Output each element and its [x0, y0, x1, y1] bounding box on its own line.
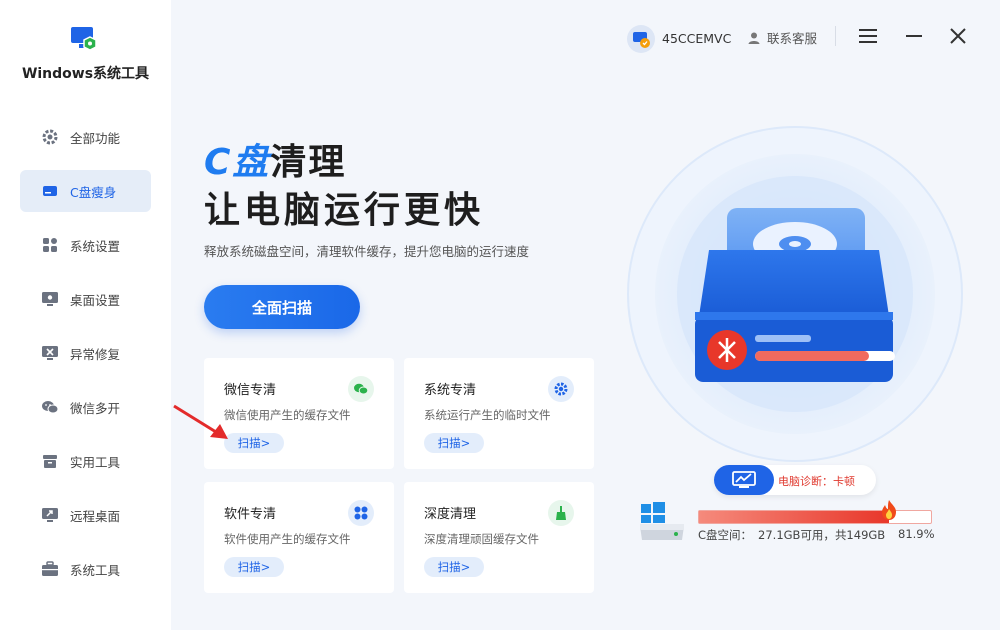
user-icon	[748, 32, 760, 44]
card-description: 软件使用产生的缓存文件	[224, 532, 351, 546]
sidebar-item-label: 系统工具	[70, 562, 121, 578]
sidebar-item-error-repair[interactable]: 异常修复	[20, 332, 151, 374]
scan-button[interactable]: 扫描>	[224, 557, 284, 577]
user-name[interactable]: 45CCEMVC	[662, 31, 731, 46]
full-scan-button[interactable]: 全面扫描	[204, 285, 360, 329]
disk-icon	[41, 182, 59, 200]
header-divider	[835, 26, 836, 46]
sidebar-item-all-features[interactable]: 全部功能	[20, 116, 151, 158]
card-deep-clean[interactable]: 深度清理 深度清理顽固缓存文件 扫描>	[404, 482, 594, 593]
card-title: 系统专清	[424, 383, 477, 398]
fire-icon	[879, 499, 899, 521]
sidebar-item-label: 微信多开	[70, 400, 121, 416]
sidebar-item-system-tools[interactable]: 系统工具	[20, 548, 151, 590]
scan-button[interactable]: 扫描>	[424, 433, 484, 453]
wechat-icon	[348, 376, 374, 402]
wrench-monitor-icon	[41, 344, 59, 362]
card-description: 深度清理顽固缓存文件	[424, 532, 539, 546]
disk-usage-bar	[698, 500, 932, 524]
sidebar-item-label: 远程桌面	[70, 508, 121, 524]
box-icon	[41, 452, 59, 470]
sidebar-item-label: C盘瘦身	[70, 184, 117, 200]
apps-icon	[348, 500, 374, 526]
sidebar-nav: 全部功能 C盘瘦身 系统设置 桌面设置 异常修复 微信多开 实用工具 远程桌面 …	[20, 116, 151, 602]
wechat-icon	[41, 398, 59, 416]
diagnosis-text: 电脑诊断：卡顿	[778, 475, 855, 488]
card-title: 软件专清	[224, 507, 277, 522]
card-software-clean[interactable]: 软件专清 软件使用产生的缓存文件 扫描>	[204, 482, 394, 593]
card-title: 微信专清	[224, 383, 277, 398]
card-description: 系统运行产生的临时文件	[424, 408, 551, 422]
scan-button[interactable]: 扫描>	[424, 557, 484, 577]
sidebar-item-remote-desktop[interactable]: 远程桌面	[20, 494, 151, 536]
sidebar-item-label: 桌面设置	[70, 292, 121, 308]
app-title: Windows系统工具	[21, 66, 150, 82]
disk-usage-percent: 81.9%	[898, 527, 935, 541]
sidebar-item-label: 系统设置	[70, 238, 121, 254]
sidebar-item-c-disk-slim[interactable]: C盘瘦身	[20, 170, 151, 212]
scan-button[interactable]: 扫描>	[224, 433, 284, 453]
card-wechat-clean[interactable]: 微信专清 微信使用产生的缓存文件 扫描>	[204, 358, 394, 469]
menu-button[interactable]	[856, 24, 880, 48]
diagnosis-badge[interactable]: 电脑诊断：卡顿	[714, 465, 876, 495]
disk-space-text: C盘空间： 27.1GB可用，共149GB	[698, 528, 886, 542]
app-logo-icon	[70, 26, 100, 52]
header: 45CCEMVC 联系客服	[171, 0, 1000, 64]
close-button[interactable]	[946, 24, 970, 48]
support-button[interactable]: 联系客服	[747, 28, 817, 47]
sidebar-item-desktop-settings[interactable]: 桌面设置	[20, 278, 151, 320]
hero-title: C盘清理	[204, 142, 347, 183]
broom-icon	[548, 500, 574, 526]
sidebar-item-system-settings[interactable]: 系统设置	[20, 224, 151, 266]
monitor-chart-icon	[714, 465, 774, 495]
grid-icon	[41, 236, 59, 254]
gear-icon	[548, 376, 574, 402]
pointer-arrow-icon	[172, 404, 232, 440]
sidebar-item-label: 实用工具	[70, 454, 121, 470]
hero-title-line2: 让电脑运行更快	[204, 190, 485, 231]
monitor-gear-icon	[41, 290, 59, 308]
sidebar-item-utilities[interactable]: 实用工具	[20, 440, 151, 482]
minimize-icon	[906, 35, 922, 37]
minimize-button[interactable]	[902, 24, 926, 48]
card-description: 微信使用产生的缓存文件	[224, 408, 351, 422]
user-avatar[interactable]	[627, 25, 655, 53]
gear-icon	[41, 128, 59, 146]
sidebar-item-label: 异常修复	[70, 346, 121, 362]
disk-usage-fill	[699, 511, 889, 523]
remote-desktop-icon	[41, 506, 59, 524]
card-title: 深度清理	[424, 507, 477, 522]
close-icon	[950, 28, 966, 44]
card-system-clean[interactable]: 系统专清 系统运行产生的临时文件 扫描>	[404, 358, 594, 469]
hero-subtitle: 释放系统磁盘空间，清理软件缓存，提升您电脑的运行速度	[204, 244, 530, 259]
support-label: 联系客服	[767, 31, 818, 46]
toolbox-icon	[41, 560, 59, 578]
windows-drive-icon	[638, 500, 686, 544]
sidebar: Windows系统工具 全部功能 C盘瘦身 系统设置 桌面设置 异常修复 微信多…	[0, 0, 171, 630]
disk-cleanup-illustration	[627, 126, 963, 462]
sidebar-item-wechat-multi[interactable]: 微信多开	[20, 386, 151, 428]
hamburger-icon	[859, 29, 877, 43]
sidebar-item-label: 全部功能	[70, 130, 121, 146]
